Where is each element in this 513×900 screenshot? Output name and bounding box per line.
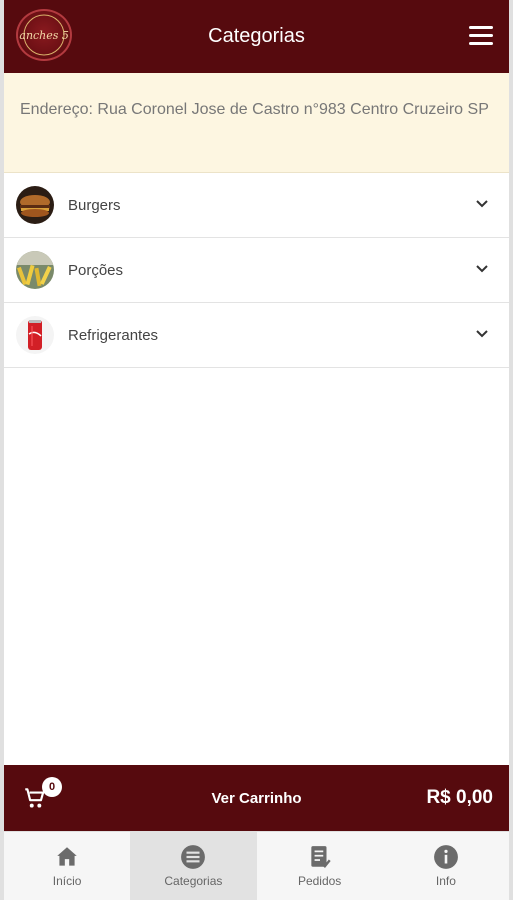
cart-total: R$ 0,00 <box>426 787 493 808</box>
info-icon <box>433 845 458 869</box>
view-cart-bar[interactable]: 0 Ver Carrinho R$ 0,00 <box>4 765 509 831</box>
chevron-down-icon[interactable] <box>475 329 489 339</box>
nav-item-categorias[interactable]: Categorias <box>130 832 257 900</box>
category-label: Porções <box>68 261 124 279</box>
orders-icon <box>310 846 331 868</box>
nav-label: Pedidos <box>297 874 342 888</box>
chevron-down-icon[interactable] <box>475 199 489 209</box>
soda-can-thumbnail <box>16 316 54 354</box>
nav-item-pedidos[interactable]: Pedidos <box>257 832 383 900</box>
category-item-burgers[interactable]: Burgers <box>4 173 509 238</box>
chevron-down-icon[interactable] <box>475 264 489 274</box>
top-bar: Lanches 54 Categorias <box>4 0 509 73</box>
address-banner: Endereço: Rua Coronel Jose de Castro n°9… <box>4 73 509 173</box>
home-icon <box>57 847 77 866</box>
logo-icon: Lanches 54 <box>19 14 69 56</box>
address-text: Endereço: Rua Coronel Jose de Castro n°9… <box>20 101 489 118</box>
portions-thumbnail <box>16 251 54 289</box>
burger-thumbnail <box>16 186 54 224</box>
hamburger-menu-icon[interactable] <box>469 26 493 46</box>
category-item-porcoes[interactable]: Porções <box>4 238 509 303</box>
nav-label: Categorias <box>164 874 223 888</box>
page-title: Categorias <box>208 25 305 47</box>
nav-label: Início <box>52 874 82 888</box>
category-label: Refrigerantes <box>68 326 159 344</box>
app-frame: Lanches 54 Categorias Endereço: Rua Coro… <box>0 0 513 900</box>
svg-text:Lanches 54: Lanches 54 <box>19 29 69 42</box>
nav-label: Info <box>435 874 456 888</box>
category-label: Burgers <box>68 196 121 214</box>
nav-item-inicio[interactable]: Início <box>4 832 130 900</box>
restaurant-logo[interactable]: Lanches 54 <box>16 9 72 61</box>
bottom-navigation: Início Categorias Pedidos Info <box>4 831 509 900</box>
list-icon <box>181 845 206 869</box>
nav-item-info[interactable]: Info <box>383 832 509 900</box>
category-list: Burgers Porções Refrigerantes <box>4 173 509 368</box>
category-item-refrigerantes[interactable]: Refrigerantes <box>4 303 509 368</box>
